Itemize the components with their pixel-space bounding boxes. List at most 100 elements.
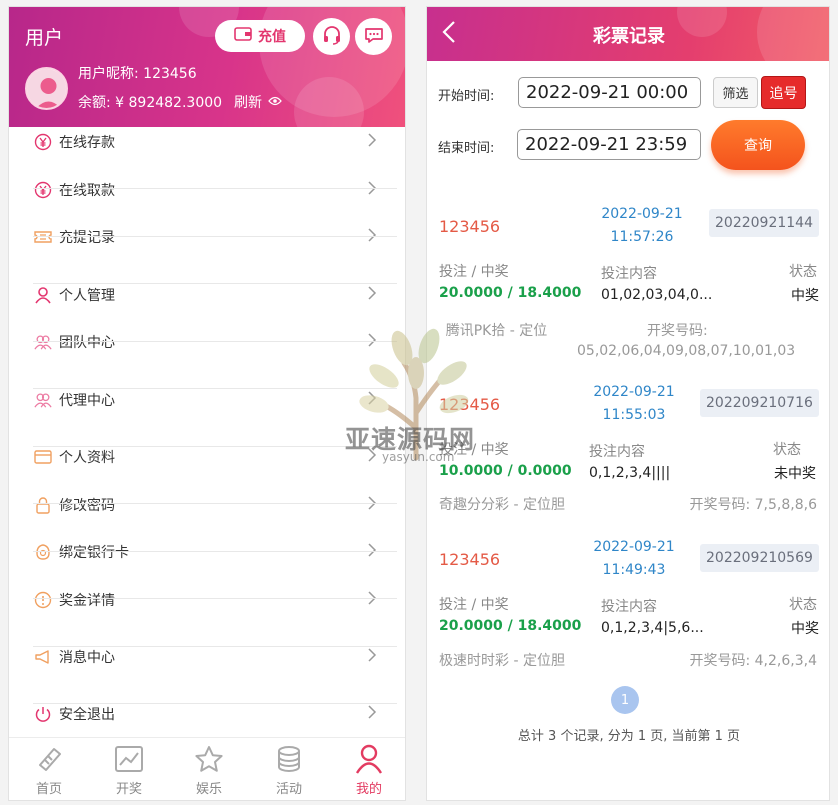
menu-item-label: 奖金详情 [59,592,115,609]
menu-divider [33,341,397,342]
menu-divider [33,188,397,189]
menu-item[interactable]: 消息中心 [9,633,405,680]
tab-results[interactable]: 开奖 [89,738,169,800]
tab-label: 娱乐 [195,782,222,797]
recharge-button[interactable]: 充值 [215,20,305,52]
bet-status: 中奖 [791,621,819,637]
winning-numbers-key: 开奖号码: [647,323,708,339]
start-time-input[interactable]: 2022-09-21 00:00 [518,77,701,108]
menu-divider [33,388,397,389]
page-title: 用户 [25,27,64,49]
record-date: 2022-09-21 [601,206,683,222]
team-icon [34,391,52,409]
ticket-icon [34,744,64,774]
power-icon [34,705,52,723]
bet-win-amount: 10.0000 / 0.0000 [439,463,572,479]
game-name: 奇趣分分彩 - 定位胆 [439,497,565,513]
menu-item[interactable]: 个人管理 [9,271,405,318]
page-title: 彩票记录 [593,26,665,47]
bet-content: 0,1,2,3,4|||| [589,465,671,481]
headset-icon [321,24,343,50]
menu-item[interactable]: 安全退出 [9,690,405,737]
pagination-summary: 总计 3 个记录, 分为 1 页, 当前第 1 页 [517,729,741,744]
winning-numbers: 05,02,06,04,09,08,07,10,01,03 [577,343,796,359]
tab-mine[interactable]: 我的 [329,738,405,800]
menu-divider [33,551,397,552]
menu-item-label: 个人管理 [59,287,115,304]
filter-button[interactable]: 筛选 [713,77,758,108]
end-time-input[interactable]: 2022-09-21 23:59 [517,129,701,160]
winning-numbers: 开奖号码: 7,5,8,8,6 [689,497,817,513]
menu-divider [33,598,397,599]
chevron-right-icon [367,495,377,515]
chevron-right-icon [367,704,377,724]
bottom-tab-bar: 首页 开奖 娱乐 活动 我的 [9,737,405,800]
avatar[interactable] [25,67,68,110]
info-icon [34,591,52,609]
menu-divider [33,503,397,504]
chevron-right-icon [367,390,377,410]
tab-label: 活动 [275,782,302,797]
record-item[interactable]: 123456 2022-09-21 11:49:43 202209210569 … [427,538,829,688]
avatar-person-icon [27,69,66,108]
menu-item[interactable]: 奖金详情 [9,576,405,623]
user-header: 用户 充值 用户昵称: 123456 余额: ¥ 892482.3000 刷新 [9,7,405,127]
tab-label: 开奖 [115,782,142,797]
message-button[interactable] [355,18,392,55]
menu-item[interactable]: 代理中心 [9,376,405,423]
refresh-link[interactable]: 刷新 [234,92,262,112]
balance-row: 余额: ¥ 892482.3000 刷新 [78,92,282,112]
chevron-right-icon [367,590,377,610]
bet-content: 01,02,03,04,0... [601,287,713,303]
menu-divider [33,646,397,647]
menu-item[interactable]: 修改密码 [9,481,405,528]
record-time: 11:49:43 [602,562,666,578]
menu-item-label: 个人资料 [59,449,115,466]
track-number-button[interactable]: 追号 [761,76,806,109]
user-center-screen: 用户 充值 用户昵称: 123456 余额: ¥ 892482.3000 刷新 [8,6,406,801]
yen-icon [34,181,52,199]
bet-content: 0,1,2,3,4|5,6... [601,620,704,636]
record-issue-badge: 20220921144 [709,209,819,237]
content-key: 投注内容 [601,266,657,282]
content-key: 投注内容 [589,444,645,460]
record-time: 11:55:03 [602,407,666,423]
support-button[interactable] [313,18,350,55]
coins-icon [274,744,304,774]
chevron-right-icon [367,180,377,200]
yen-icon [34,133,52,151]
record-username: 123456 [439,217,501,236]
user-icon [34,286,52,304]
query-button[interactable]: 查询 [711,120,805,170]
status-key: 状态 [773,442,801,458]
record-item[interactable]: 123456 2022-09-21 11:55:03 202209210716 … [427,383,829,533]
lock-icon [34,496,52,514]
bet-win-key: 投注 / 中奖 [439,264,509,280]
tab-label: 我的 [355,782,382,797]
nickname-text: 用户昵称: 123456 [78,66,197,82]
chat-bubble-icon [363,24,385,50]
record-username: 123456 [439,550,501,569]
menu-item-label: 消息中心 [59,649,115,666]
balance-text: 余额: ¥ 892482.3000 [78,95,223,111]
bet-status: 未中奖 [774,466,816,482]
tab-home[interactable]: 首页 [9,738,89,800]
tab-entertainment[interactable]: 娱乐 [169,738,249,800]
chevron-right-icon [367,132,377,152]
tab-activity[interactable]: 活动 [249,738,329,800]
game-name: 极速时时彩 - 定位胆 [439,653,565,669]
record-date: 2022-09-21 [593,384,675,400]
megaphone-icon [34,648,52,666]
bet-status: 中奖 [791,288,819,304]
pagination-current-page[interactable]: 1 [611,686,639,714]
eye-icon[interactable] [268,94,282,110]
watermark-url: yasyun.com [382,450,455,464]
menu-item[interactable]: 在线存款 [9,118,405,165]
status-key: 状态 [789,264,817,280]
menu-item[interactable]: 在线取款 [9,166,405,213]
person-icon [354,744,384,774]
menu-item-label: 在线存款 [59,134,115,151]
content-key: 投注内容 [601,599,657,615]
record-item[interactable]: 123456 2022-09-21 11:57:26 20220921144 投… [427,203,829,373]
menu-divider [33,236,397,237]
